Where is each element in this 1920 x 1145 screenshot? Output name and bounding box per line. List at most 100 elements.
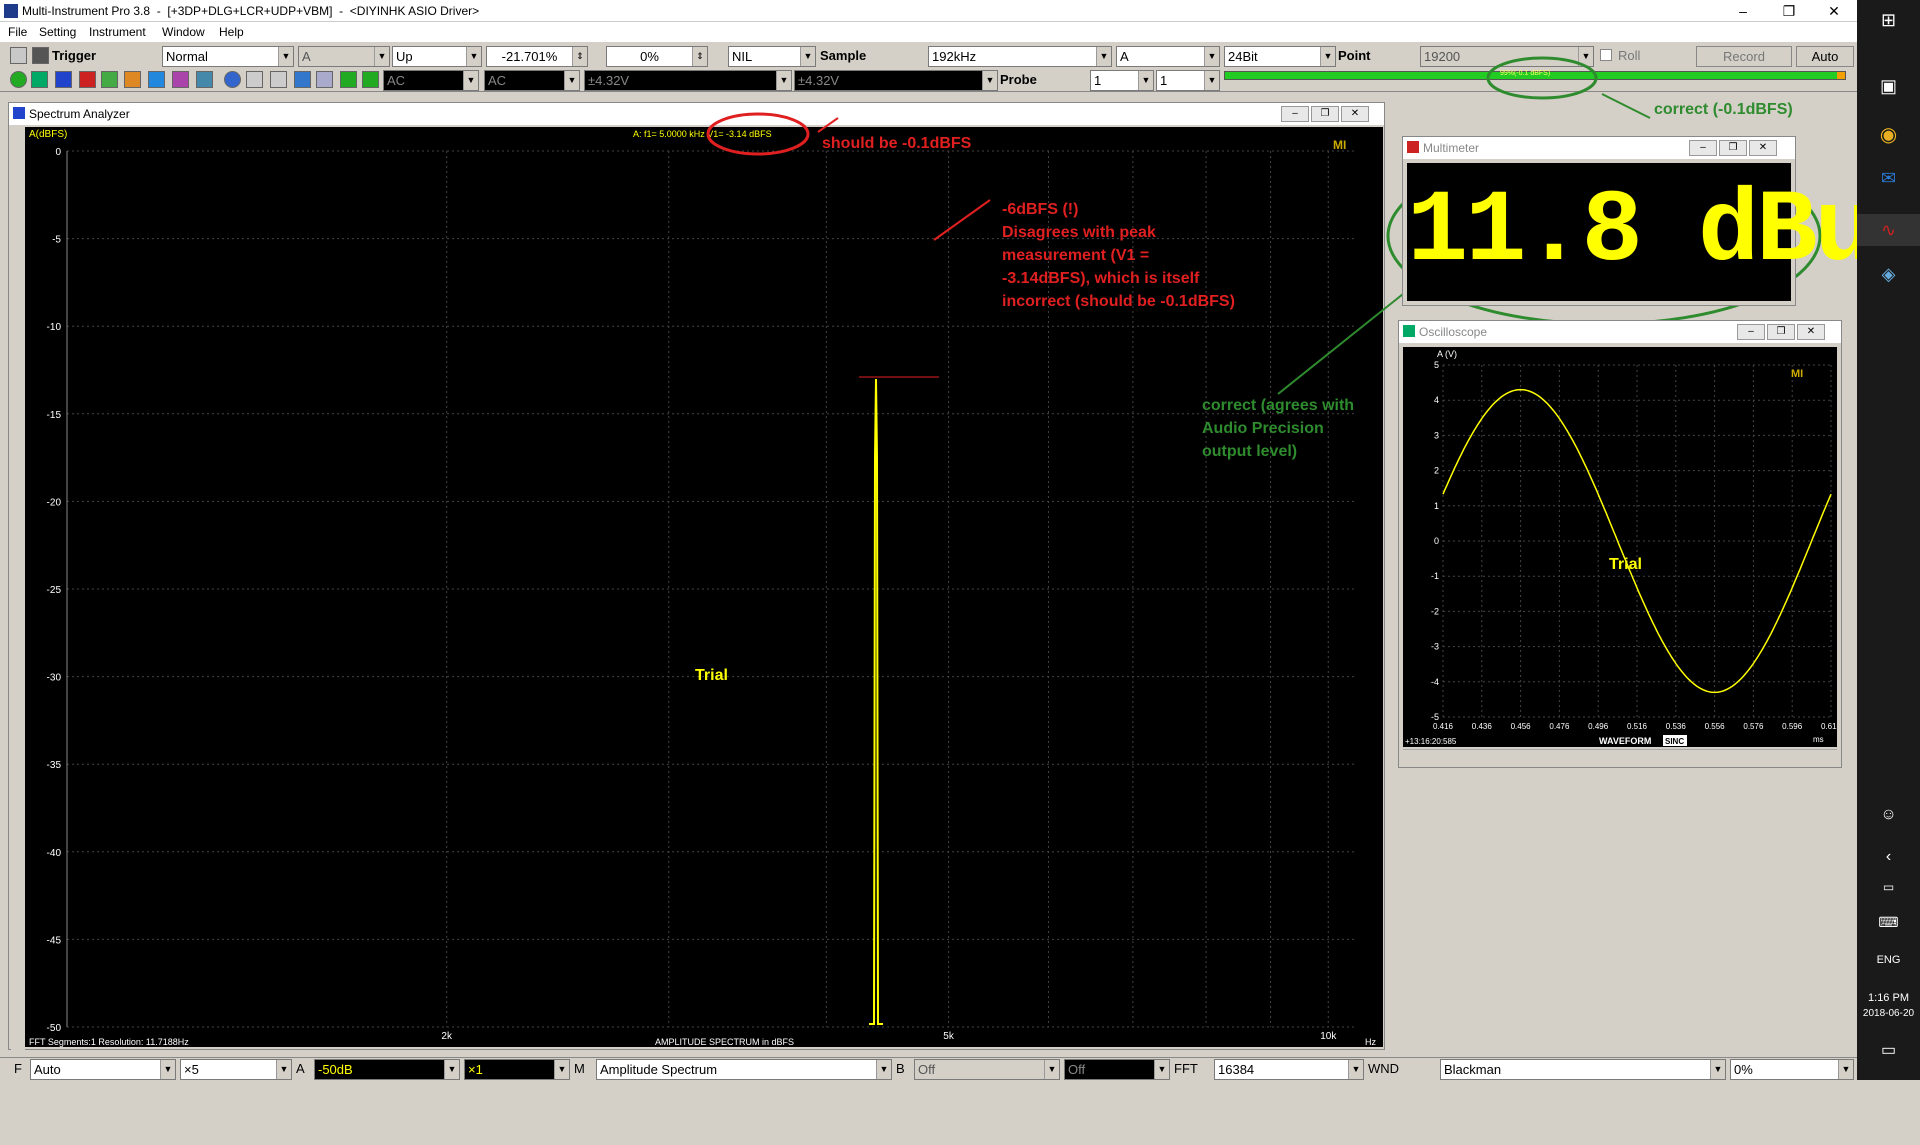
- a-label: A: [296, 1061, 305, 1076]
- fft-size-select[interactable]: 16384 ▼: [1214, 1059, 1364, 1080]
- annotation-red-line: incorrect (should be -0.1dBFS): [1002, 293, 1235, 310]
- annotation-red-line: Disagrees with peak: [1002, 224, 1156, 241]
- oscilloscope-minimize-button[interactable]: –: [1737, 324, 1765, 340]
- mode-select[interactable]: Amplitude Spectrum ▼: [596, 1059, 892, 1080]
- f-label: F: [14, 1061, 22, 1076]
- b-select-1[interactable]: Off ▼: [914, 1059, 1060, 1080]
- chevron-down-icon: ▼: [444, 1060, 459, 1079]
- multimeter-close-button[interactable]: ✕: [1749, 140, 1777, 156]
- mode-value: Amplitude Spectrum: [600, 1062, 718, 1077]
- paint-icon[interactable]: ◈: [1857, 264, 1920, 285]
- windows-start-icon[interactable]: ⊞: [1857, 10, 1920, 31]
- language-indicator[interactable]: ENG: [1857, 954, 1920, 966]
- annotation-red-line: measurement (V1 =: [1002, 247, 1150, 264]
- frequency-range-select[interactable]: Auto ▼: [30, 1059, 176, 1080]
- clock-time[interactable]: 1:16 PM: [1857, 992, 1920, 1004]
- chevron-left-icon[interactable]: ‹: [1857, 848, 1920, 866]
- oscilloscope-y-tick: -1: [1431, 571, 1439, 581]
- oscilloscope-timestamp: +13:16:20:585: [1405, 737, 1457, 746]
- b-select-2[interactable]: Off ▼: [1064, 1059, 1170, 1080]
- fft-label: FFT: [1174, 1061, 1198, 1076]
- multimeter-window: Multimeter – ❐ ✕ 11.8 dBu: [1402, 136, 1876, 306]
- multimeter-window-title: Multimeter: [1423, 141, 1480, 155]
- window-function-value: Blackman: [1444, 1062, 1502, 1077]
- spectrum-hscroll[interactable]: [25, 1131, 1383, 1145]
- annotation-red-line: -6dBFS (!): [1002, 201, 1079, 218]
- outlook-icon[interactable]: ✉: [1857, 168, 1920, 189]
- chevron-down-icon: ▼: [1044, 1060, 1059, 1079]
- oscilloscope-y-tick: 5: [1434, 360, 1439, 370]
- spectrum-x-tick: 2k: [441, 1031, 453, 1042]
- oscilloscope-plot: 5 4 3 2 1 0 -1 -2 -3 -4 -5 0.416 0.436 0.456 0.476 0.4…: [1403, 347, 1837, 747]
- annotation-green-arrow-top: [1601, 93, 1651, 119]
- multimeter-window-icon: [1407, 141, 1419, 153]
- chevron-down-icon: ▼: [876, 1060, 891, 1079]
- chevron-down-icon: ▼: [276, 1060, 291, 1079]
- annotation-red-circle: [706, 112, 810, 156]
- oscilloscope-close-button[interactable]: ✕: [1797, 324, 1825, 340]
- battery-icon[interactable]: ▭: [1857, 880, 1920, 894]
- oscilloscope-y-tick: 4: [1434, 395, 1439, 405]
- oscilloscope-mi-logo: MI: [1791, 368, 1803, 380]
- oscilloscope-hscroll[interactable]: [1403, 749, 1837, 765]
- spectrum-y-tick: -40: [47, 848, 62, 859]
- spectrum-y-tick: -20: [47, 497, 62, 508]
- oscilloscope-sinc-badge: SINC: [1665, 737, 1684, 746]
- spectrum-footer-center: AMPLITUDE SPECTRUM in dBFS: [655, 1037, 794, 1047]
- multimeter-minimize-button[interactable]: –: [1689, 140, 1717, 156]
- oscilloscope-x-tick: 0.456: [1511, 722, 1532, 731]
- oscilloscope-y-unit: A (V): [1437, 349, 1457, 359]
- multi-instrument-taskbar-icon[interactable]: ∿: [1857, 214, 1920, 246]
- spectrum-y-tick: -35: [47, 760, 62, 771]
- amplitude-range-value: -50dB: [318, 1062, 353, 1077]
- oscilloscope-x-tick: 0.436: [1472, 722, 1493, 731]
- amplitude-range-select[interactable]: -50dB ▼: [314, 1059, 460, 1080]
- chevron-down-icon: ▼: [1348, 1060, 1363, 1079]
- annotation-red-line: -3.14dBFS), which is itself: [1002, 270, 1200, 287]
- chevron-down-icon: ▼: [160, 1060, 175, 1079]
- clock-date[interactable]: 2018-06-20: [1857, 1008, 1920, 1019]
- bottom-toolbar: F Auto ▼ ×5 ▼ A -50dB ▼ ×1 ▼ M Amplitude Spe…: [0, 1057, 1857, 1080]
- b-value-2: Off: [1068, 1062, 1086, 1077]
- chevron-down-icon: ▼: [1710, 1060, 1725, 1079]
- b-label: B: [896, 1061, 905, 1076]
- chevron-down-icon: ▼: [554, 1060, 569, 1079]
- multimeter-titlebar[interactable]: Multimeter – ❐ ✕: [1403, 137, 1795, 159]
- spectrum-x-unit: Hz: [1365, 1037, 1376, 1047]
- spectrum-x-tick: 5k: [943, 1031, 955, 1042]
- spectrum-footer-left: FFT Segments:1 Resolution: 11.7188Hz: [29, 1037, 189, 1047]
- oscilloscope-footer: WAVEFORM: [1599, 736, 1651, 746]
- oscilloscope-titlebar[interactable]: Oscilloscope – ❐ ✕: [1399, 321, 1841, 343]
- chevron-down-icon: ▼: [1154, 1060, 1169, 1079]
- oscilloscope-window-icon: [1403, 325, 1415, 337]
- oscilloscope-x-tick: 0.556: [1705, 722, 1726, 731]
- annotation-green-circle-top: [1486, 56, 1598, 100]
- people-icon[interactable]: ☺: [1857, 806, 1920, 824]
- oscilloscope-restore-button[interactable]: ❐: [1767, 324, 1795, 340]
- window-function-select[interactable]: Blackman ▼: [1440, 1059, 1726, 1080]
- notification-icon[interactable]: ▭: [1857, 1040, 1920, 1060]
- keyboard-icon[interactable]: ⌨: [1857, 914, 1920, 931]
- oscilloscope-x-tick: 0.536: [1666, 722, 1687, 731]
- multimeter-restore-button[interactable]: ❐: [1719, 140, 1747, 156]
- overlap-select[interactable]: 0% ▼: [1730, 1059, 1854, 1080]
- oscilloscope-y-tick: -5: [1431, 712, 1439, 722]
- chrome-icon[interactable]: ◉: [1857, 122, 1920, 147]
- spectrum-y-tick: -25: [47, 585, 62, 596]
- fft-size-value: 16384: [1218, 1062, 1255, 1077]
- oscilloscope-x-tick: 0.576: [1743, 722, 1764, 731]
- annotation-correct-top: correct (-0.1dBFS): [1654, 101, 1793, 118]
- oscilloscope-y-tick: 3: [1434, 430, 1439, 440]
- overlap-value: 0%: [1734, 1062, 1753, 1077]
- oscilloscope-x-tick: 0.516: [1627, 722, 1648, 731]
- zoom-value: ×5: [184, 1062, 199, 1077]
- zoom-select[interactable]: ×5 ▼: [180, 1059, 292, 1080]
- oscilloscope-y-tick: 0: [1434, 536, 1439, 546]
- spectrum-trial-watermark: Trial: [695, 667, 728, 684]
- oscilloscope-window-title: Oscilloscope: [1419, 325, 1488, 339]
- tablet-icon[interactable]: ▣: [1857, 76, 1920, 97]
- amplitude-mult-select[interactable]: ×1 ▼: [464, 1059, 570, 1080]
- b-value-1: Off: [918, 1062, 936, 1077]
- wnd-label: WND: [1368, 1061, 1400, 1076]
- annotation-green-mid: correct (agrees with Audio Precision out…: [1202, 394, 1354, 463]
